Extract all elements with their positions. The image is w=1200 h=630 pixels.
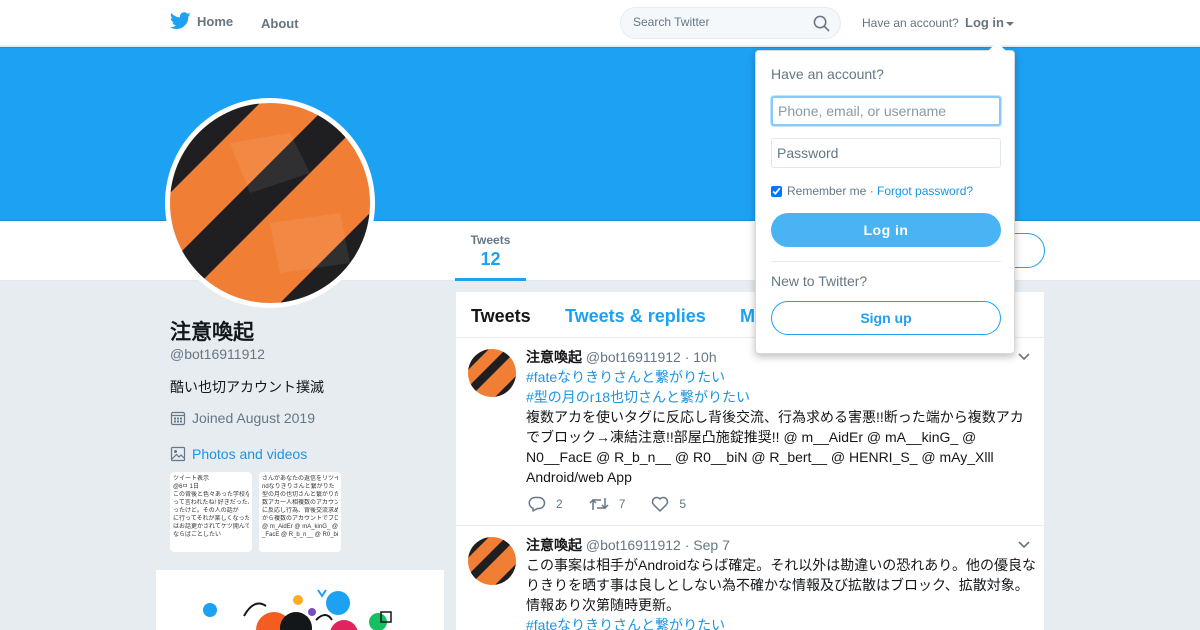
tweet-avatar[interactable] (468, 349, 516, 397)
tweets-stat-value: 12 (480, 249, 501, 269)
like-button[interactable]: 5 (651, 496, 686, 512)
forgot-password-link[interactable]: Forgot password? (877, 184, 973, 198)
thumbnail-text: @ m_AidEr @ mA_kinG_ @ (262, 524, 338, 530)
thumbnail-text: って言われたね! 好きだったんだ (173, 500, 249, 506)
hashtag-link[interactable]: #型の月のr18也切さんと繋がりたい (526, 387, 1036, 407)
tweets-stat-label: Tweets (470, 233, 511, 247)
decorative-illustration (203, 589, 392, 630)
thumbnail-text: に行ってそれが楽しくなったのが (173, 516, 249, 522)
thumbnail-text: さんがあなたの返信をリツイー (262, 476, 338, 482)
thumbnail-text: @6ㅁ 1日 (173, 484, 199, 490)
image-icon (170, 446, 186, 462)
tweet-timestamp[interactable]: · 10h (685, 349, 717, 365)
login-dropdown-toggle[interactable]: Log in (965, 15, 1014, 30)
reply-icon (528, 496, 546, 512)
search-icon[interactable] (813, 15, 830, 32)
heart-icon (652, 496, 669, 512)
remember-me-checkbox[interactable] (771, 185, 782, 197)
hashtag-link[interactable]: #fateなりきりさんと繋がりたい (526, 615, 1036, 630)
photos-videos-label: Photos and videos (192, 446, 308, 462)
media-thumbnail[interactable]: ツイート表示 @6ㅁ 1日 この背後と色々あった学校なり って言われたね! 好き… (170, 472, 252, 552)
photos-videos-link[interactable]: Photos and videos (170, 446, 307, 462)
home-link[interactable]: Home (170, 12, 233, 30)
striped-avatar-image (468, 349, 516, 397)
tweet-timestamp[interactable]: · Sep 7 (685, 537, 730, 553)
about-link[interactable]: About (261, 16, 299, 31)
retweet-count: 7 (618, 497, 626, 511)
tweet-avatar[interactable] (468, 537, 516, 585)
media-thumbnail[interactable]: さんがあなたの返信をリツイー ndなりきりさんと繋がりた 型の月の也切さんと繋が… (259, 472, 341, 552)
profile-handle[interactable]: @bot16911912 (170, 346, 265, 362)
thumbnail-text: _FacE @ R_b_n__ @ R0_biN (262, 532, 338, 538)
thumbnail-text: この背後と色々あった学校なり (173, 492, 249, 498)
striped-avatar-image (468, 537, 516, 585)
tweet[interactable]: 注意喚起 @bot16911912 · 10h #fateなりきりさんと繋がりた… (456, 339, 1044, 526)
signup-button[interactable]: Sign up (771, 301, 1001, 335)
tweet[interactable]: 注意喚起 @bot16911912 · Sep 7 この事案は相手がAndroi… (456, 527, 1044, 630)
joined-label: Joined August 2019 (192, 410, 315, 426)
chevron-down-icon[interactable] (1018, 541, 1030, 549)
search-box[interactable] (620, 7, 841, 39)
twitter-bird-icon (170, 12, 191, 29)
top-navigation-bar: Home About Have an account? Log in (0, 0, 1200, 46)
home-label: Home (197, 13, 234, 29)
login-dropdown-title: Have an account? (771, 66, 884, 82)
tweet-text: #fateなりきりさんと繋がりたい #型の月のr18也切さんと繋がりたい 複数ア… (526, 367, 1036, 487)
tab-tweets-replies[interactable]: Tweets & replies (565, 306, 706, 327)
tweet-body-text: 複数アカを使いタグに反応し背後交流、行為求める害悪!!断った端から複数アカでブロ… (526, 409, 1024, 485)
thumbnail-text: に反応し行為、背後交流求める害 (262, 508, 338, 514)
thumbnail-text: ndなりきりさんと繋がりた (262, 484, 335, 490)
tab-tweets[interactable]: Tweets (471, 306, 531, 327)
like-count: 5 (679, 497, 687, 511)
profile-bio: 酷い也切アカウント撲滅 (170, 379, 324, 395)
caret-down-icon (1006, 21, 1014, 26)
tweet-actions: 2 7 5 (528, 496, 712, 512)
thumbnail-text: ならばごとしたい (173, 532, 222, 538)
username-field[interactable] (771, 96, 1001, 126)
retweet-icon (589, 498, 609, 510)
tweets-count-stat[interactable]: Tweets 12 (455, 233, 526, 281)
profile-avatar[interactable] (165, 98, 375, 308)
tweet-header: 注意喚起 @bot16911912 · 10h (526, 347, 717, 367)
thumbnail-text: はお話更かされてケツ開んで (173, 524, 249, 530)
tweet-body-text: この事案は相手がAndroidならば確定。それ以外は勘違いの恐れあり。他の優良な… (526, 557, 1036, 613)
search-input[interactable] (633, 15, 803, 29)
divider (771, 261, 1001, 262)
tweet-text: この事案は相手がAndroidならば確定。それ以外は勘違いの恐れあり。他の優良な… (526, 555, 1036, 630)
profile-name[interactable]: 注意喚起 (170, 316, 254, 346)
login-dropdown: Have an account? Remember me · Forgot pa… (755, 42, 1015, 354)
thumbnail-text: ツイート表示 (173, 476, 210, 482)
have-account-text: Have an account? (862, 16, 959, 30)
remember-me-label[interactable]: Remember me (787, 184, 866, 198)
tweet-header: 注意喚起 @bot16911912 · Sep 7 (526, 535, 730, 555)
dropdown-arrow (988, 42, 1006, 51)
tweet-author-name[interactable]: 注意喚起 (526, 349, 582, 365)
tweet-author-handle[interactable]: @bot16911912 (586, 349, 681, 365)
remember-me-row: Remember me · Forgot password? (771, 184, 973, 198)
reply-count: 2 (556, 497, 563, 511)
thumbnail-text: 型の月の也切さんと繋がりたい (262, 492, 338, 498)
tab-media[interactable]: M (740, 306, 755, 327)
joined-date: Joined August 2019 (170, 410, 315, 426)
password-field[interactable] (771, 138, 1001, 168)
tweet-author-name[interactable]: 注意喚起 (526, 537, 582, 553)
striped-avatar-image (170, 103, 370, 303)
illustration-card (156, 570, 444, 630)
new-to-twitter-text: New to Twitter? (771, 273, 868, 289)
reply-button[interactable]: 2 (528, 496, 563, 512)
calendar-icon (170, 411, 186, 426)
hashtag-link[interactable]: #fateなりきりさんと繋がりたい (526, 367, 1036, 387)
thumbnail-text: から複数のアカウントでブロッ (262, 516, 338, 522)
retweet-button[interactable]: 7 (589, 496, 626, 512)
thumbnail-text: ったけど。その人の話が (173, 508, 239, 514)
chevron-down-icon[interactable] (1018, 353, 1030, 361)
tweet-author-handle[interactable]: @bot16911912 (586, 537, 681, 553)
login-toggle-label: Log in (965, 15, 1004, 30)
login-button[interactable]: Log in (771, 213, 1001, 247)
thumbnail-text: 数アカ一人相複数のアカウントを (262, 500, 338, 506)
separator-dot: · (866, 184, 878, 198)
